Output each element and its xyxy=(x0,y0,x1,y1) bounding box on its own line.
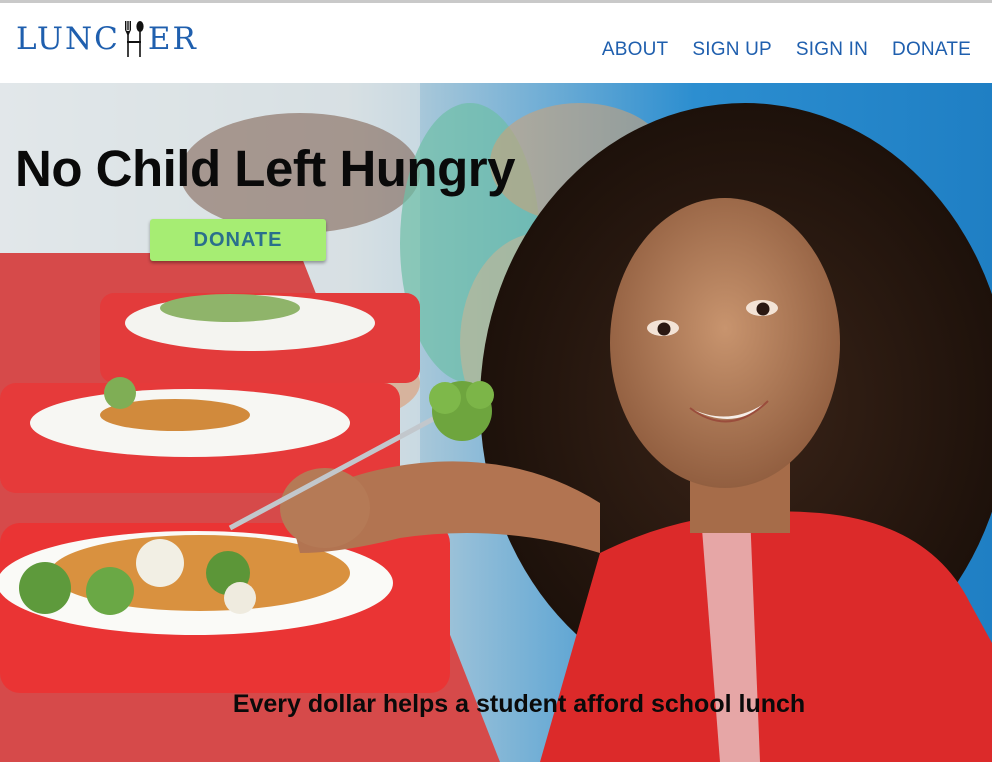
hero-section: No Child Left Hungry DONATE Every dollar… xyxy=(0,83,992,762)
navbar: LUNC ER ABOUT SIGN UP SIGN IN DONATE xyxy=(0,3,992,83)
nav-donate-link[interactable]: DONATE xyxy=(892,39,971,61)
logo-text-left: LUNC xyxy=(16,21,120,57)
logo-text-right: ER xyxy=(147,21,198,57)
nav-signup-link[interactable]: SIGN UP xyxy=(692,39,772,61)
hero-title: No Child Left Hungry xyxy=(15,140,515,197)
donate-button[interactable]: DONATE xyxy=(150,219,326,261)
hero-tagline: Every dollar helps a student afford scho… xyxy=(232,690,806,718)
fork-spoon-icon xyxy=(121,19,147,59)
main-nav: ABOUT SIGN UP SIGN IN DONATE xyxy=(602,39,971,61)
nav-about-link[interactable]: ABOUT xyxy=(602,39,668,61)
nav-signin-link[interactable]: SIGN IN xyxy=(796,39,868,61)
luncher-logo[interactable]: LUNC ER xyxy=(16,17,198,61)
